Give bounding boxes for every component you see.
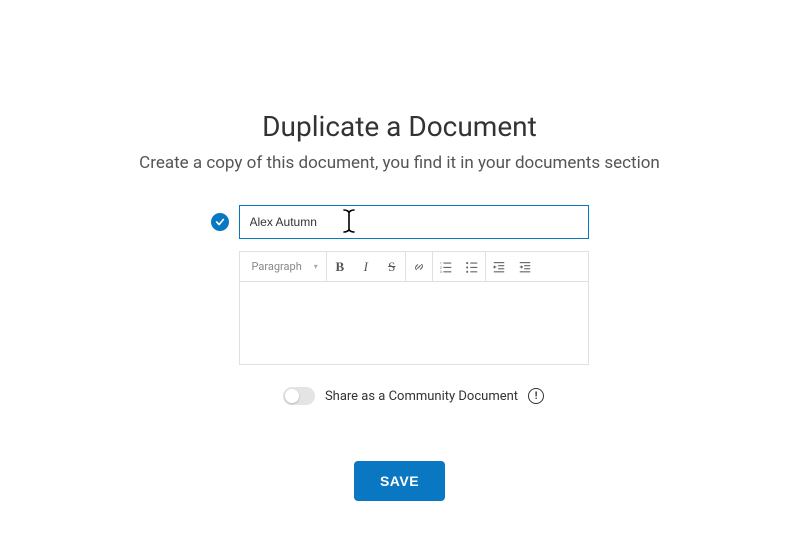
share-toggle[interactable] <box>283 387 315 405</box>
editor-toolbar: Paragraph ▾ B I S 1 2 3 <box>240 252 588 282</box>
info-icon[interactable]: ! <box>528 388 544 404</box>
toggle-knob <box>285 389 299 403</box>
svg-text:1: 1 <box>440 261 442 265</box>
page-subtitle: Create a copy of this document, you find… <box>139 153 660 173</box>
svg-text:3: 3 <box>440 270 442 274</box>
unordered-list-button[interactable] <box>459 252 485 281</box>
format-dropdown[interactable]: Paragraph ▾ <box>244 252 327 281</box>
chevron-down-icon: ▾ <box>314 262 318 271</box>
svg-text:2: 2 <box>440 265 442 269</box>
rich-text-editor: Paragraph ▾ B I S 1 2 3 <box>239 251 589 365</box>
document-title-input[interactable] <box>239 205 589 239</box>
strikethrough-button[interactable]: S <box>379 252 405 281</box>
outdent-button[interactable] <box>486 252 512 281</box>
indent-button[interactable] <box>512 252 538 281</box>
page-title: Duplicate a Document <box>262 110 537 143</box>
share-label: Share as a Community Document <box>325 389 518 404</box>
italic-button[interactable]: I <box>353 252 379 281</box>
editor-content-area[interactable] <box>240 282 588 364</box>
format-dropdown-label: Paragraph <box>252 260 302 273</box>
save-button[interactable]: Save <box>354 461 445 501</box>
ordered-list-button[interactable]: 1 2 3 <box>433 252 459 281</box>
validation-check-icon <box>211 213 229 231</box>
bold-button[interactable]: B <box>327 252 353 281</box>
link-button[interactable] <box>406 252 432 281</box>
